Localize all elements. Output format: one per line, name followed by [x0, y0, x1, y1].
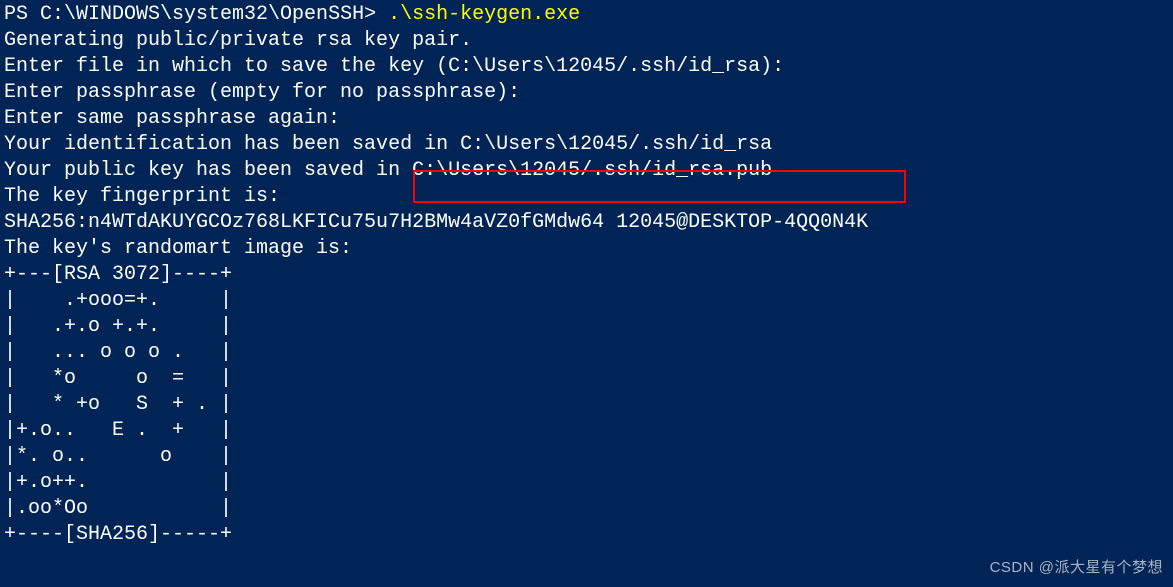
output-line: Your identification has been saved in C:… — [4, 133, 772, 156]
randomart-line: | ... o o o . | — [4, 341, 232, 364]
watermark-text: CSDN @派大星有个梦想 — [990, 555, 1163, 581]
randomart-line: | *o o = | — [4, 367, 232, 390]
prompt-prefix: PS — [4, 3, 40, 26]
output-line: The key fingerprint is: — [4, 185, 280, 208]
prompt-symbol: > — [364, 3, 388, 26]
output-line: Enter file in which to save the key (C:\… — [4, 55, 784, 78]
command-text: .\ssh-keygen.exe — [388, 3, 580, 26]
randomart-line: |.oo*Oo | — [4, 497, 232, 520]
randomart-line: |*. o.. o | — [4, 445, 232, 468]
randomart-line: +----[SHA256]-----+ — [4, 523, 232, 546]
output-line: Your public key has been saved i — [4, 159, 388, 182]
powershell-terminal[interactable]: PS C:\WINDOWS\system32\OpenSSH> .\ssh-ke… — [0, 0, 1173, 550]
output-line-highlighted: n C:\Users\12045/.ssh/id_rsa.pub — [388, 159, 772, 182]
output-line: Enter same passphrase again: — [4, 107, 340, 130]
randomart-line: | * +o S + . | — [4, 393, 232, 416]
output-line: SHA256:n4WTdAKUYGCOz768LKFICu75u7H2BMw4a… — [4, 211, 868, 234]
output-line: Generating public/private rsa key pair. — [4, 29, 472, 52]
output-line: Enter passphrase (empty for no passphras… — [4, 81, 520, 104]
prompt-path: C:\WINDOWS\system32\OpenSSH — [40, 3, 364, 26]
randomart-line: +---[RSA 3072]----+ — [4, 263, 232, 286]
randomart-line: |+.o.. E . + | — [4, 419, 232, 442]
randomart-line: | .+ooo=+. | — [4, 289, 232, 312]
randomart-line: | .+.o +.+. | — [4, 315, 232, 338]
output-line: The key's randomart image is: — [4, 237, 352, 260]
randomart-line: |+.o++. | — [4, 471, 232, 494]
